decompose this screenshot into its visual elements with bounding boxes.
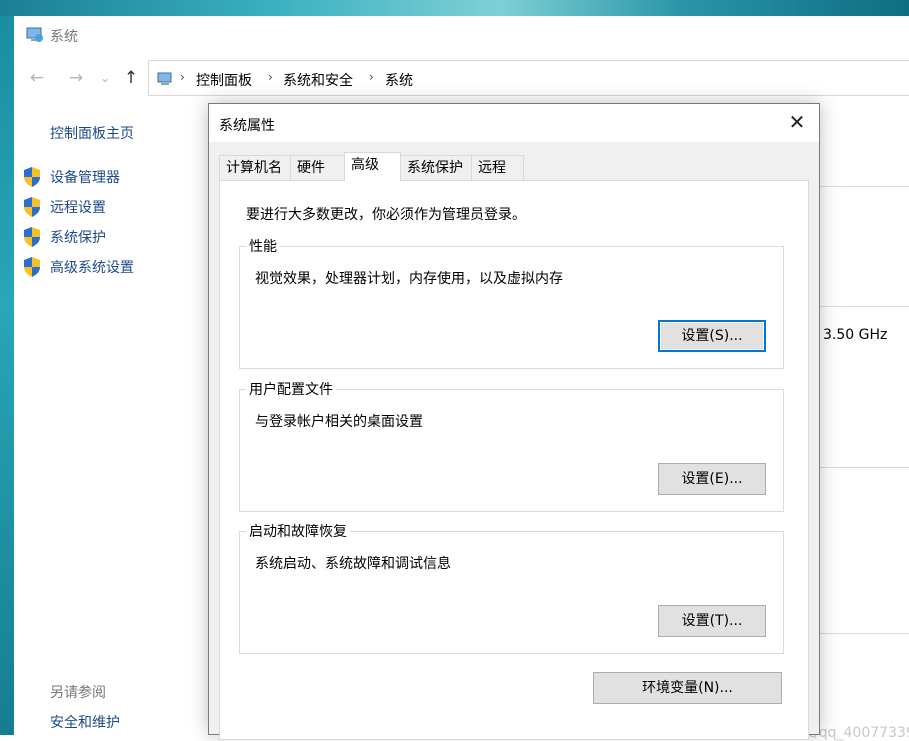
- group-title: 性能: [246, 236, 280, 256]
- security-maintenance-link[interactable]: 安全和维护: [50, 712, 120, 732]
- uac-shield-icon: [24, 197, 40, 217]
- breadcrumb-system-security[interactable]: 系统和安全: [283, 70, 353, 90]
- breadcrumb-separator: ›: [268, 70, 273, 84]
- sidebar-item-label: 高级系统设置: [50, 260, 134, 276]
- window-title: 系统: [50, 29, 78, 45]
- divider: [820, 633, 909, 634]
- close-icon[interactable]: ✕: [785, 110, 809, 134]
- system-properties-dialog: 系统属性 ✕ 计算机名 硬件 高级 系统保护 远程 要进行大多数更改，你必须作为…: [208, 103, 820, 740]
- divider: [820, 467, 909, 468]
- breadcrumb-system[interactable]: 系统: [385, 70, 413, 90]
- recent-locations-icon[interactable]: ⌄: [94, 71, 116, 85]
- startup-settings-button[interactable]: 设置(T)...: [658, 605, 766, 637]
- group-description: 系统启动、系统故障和调试信息: [255, 556, 451, 572]
- sidebar-item-label: 系统保护: [50, 230, 106, 246]
- window-titlebar: 系统: [14, 16, 909, 54]
- processor-speed: 3.50 GHz: [823, 327, 888, 343]
- group-title: 用户配置文件: [246, 379, 336, 399]
- tab-computer-name[interactable]: 计算机名: [219, 155, 291, 181]
- control-panel-icon: [157, 72, 172, 85]
- back-arrow-icon[interactable]: ←: [26, 68, 48, 88]
- computer-icon: [26, 27, 43, 42]
- navigation-bar: ← → ⌄ ↑ › 控制面板 › 系统和安全 › 系统: [14, 60, 909, 98]
- startup-recovery-group: 启动和故障恢复 系统启动、系统故障和调试信息 设置(T)...: [239, 521, 784, 654]
- group-description: 视觉效果，处理器计划，内存使用，以及虚拟内存: [255, 271, 563, 287]
- see-also-heading: 另请参阅: [50, 685, 106, 701]
- tab-remote[interactable]: 远程: [471, 155, 524, 181]
- uac-shield-icon: [24, 227, 40, 247]
- tab-hardware[interactable]: 硬件: [290, 155, 345, 181]
- desktop-background: [0, 0, 909, 16]
- divider: [820, 186, 909, 187]
- environment-variables-button[interactable]: 环境变量(N)...: [593, 672, 782, 704]
- admin-notice: 要进行大多数更改，你必须作为管理员登录。: [246, 207, 526, 223]
- forward-arrow-icon[interactable]: →: [65, 68, 87, 88]
- desktop-background-left: [0, 16, 14, 735]
- breadcrumb-control-panel[interactable]: 控制面板: [196, 70, 252, 90]
- group-title: 启动和故障恢复: [246, 521, 350, 541]
- profiles-settings-button[interactable]: 设置(E)...: [658, 463, 766, 495]
- control-panel-home-link[interactable]: 控制面板主页: [50, 123, 134, 143]
- dialog-titlebar: 系统属性 ✕: [209, 104, 819, 142]
- divider: [820, 306, 909, 307]
- sidebar-item-label: 设备管理器: [50, 170, 120, 186]
- address-bar[interactable]: › 控制面板 › 系统和安全 › 系统: [148, 60, 909, 96]
- advanced-tab-panel: 要进行大多数更改，你必须作为管理员登录。 性能 视觉效果，处理器计划，内存使用，…: [219, 180, 809, 740]
- group-description: 与登录帐户相关的桌面设置: [255, 414, 423, 430]
- tab-system-protection[interactable]: 系统保护: [400, 155, 472, 181]
- breadcrumb-separator: ›: [369, 70, 374, 84]
- performance-group: 性能 视觉效果，处理器计划，内存使用，以及虚拟内存 设置(S)...: [239, 236, 784, 369]
- dialog-title: 系统属性: [219, 118, 275, 134]
- user-profiles-group: 用户配置文件 与登录帐户相关的桌面设置 设置(E)...: [239, 379, 784, 512]
- up-arrow-icon[interactable]: ↑: [120, 68, 142, 88]
- breadcrumb-separator: ›: [180, 70, 185, 84]
- performance-settings-button[interactable]: 设置(S)...: [658, 320, 766, 352]
- tab-advanced[interactable]: 高级: [344, 152, 401, 181]
- uac-shield-icon: [24, 167, 40, 187]
- uac-shield-icon: [24, 257, 40, 277]
- sidebar-item-label: 远程设置: [50, 200, 106, 216]
